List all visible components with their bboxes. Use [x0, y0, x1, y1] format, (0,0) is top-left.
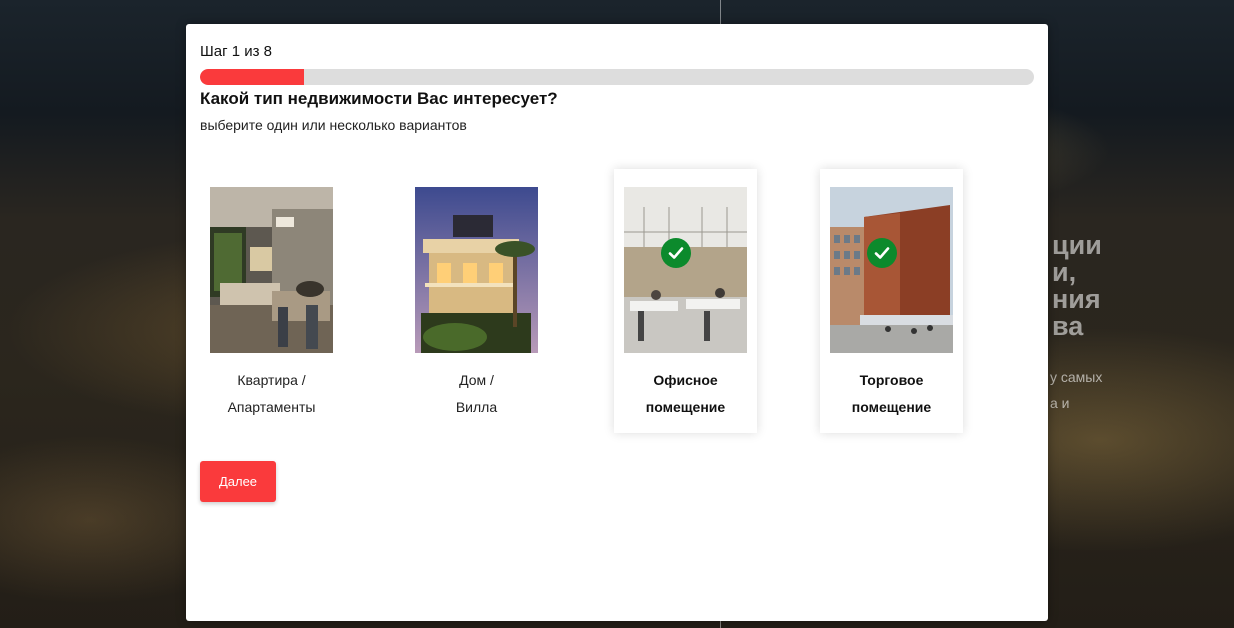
step-label: Шаг 1 из 8	[200, 43, 273, 60]
background-hero-text: ции и, ния ва	[1050, 232, 1234, 340]
option-card-villa[interactable]: Дом / Вилла	[405, 169, 548, 433]
background-subtext: у самых а и	[1050, 364, 1234, 416]
hero-line: ции	[1052, 232, 1102, 260]
question-hint: выберите один или несколько вариантов	[200, 117, 467, 133]
option-label: Офисное помещение	[614, 367, 757, 421]
option-label-line: Офисное	[653, 372, 718, 388]
option-label-line: Торговое	[859, 372, 924, 388]
option-card-office[interactable]: Офисное помещение	[614, 169, 757, 433]
option-card-apartment[interactable]: Квартира / Апартаменты	[200, 169, 343, 433]
option-label-line: помещение	[851, 399, 932, 415]
question-title: Какой тип недвижимости Вас интересует?	[200, 89, 558, 108]
sub-line: а и	[1050, 395, 1070, 411]
progress-fill	[200, 69, 305, 85]
option-label: Торговое помещение	[820, 367, 963, 421]
sub-line: у самых	[1050, 369, 1103, 385]
option-label-line: помещение	[645, 399, 726, 415]
option-label: Квартира / Апартаменты	[200, 367, 343, 421]
option-label-line: Апартаменты	[227, 399, 316, 415]
hero-line: ва	[1052, 311, 1084, 340]
quiz-modal: Шаг 1 из 8 Какой тип недвижимости Вас ин…	[186, 24, 1048, 621]
next-button[interactable]: Далее	[200, 461, 276, 502]
checkmark-icon	[867, 238, 897, 268]
option-label-line: Дом /	[459, 372, 494, 388]
hero-line: ния	[1052, 284, 1101, 314]
option-label: Дом / Вилла	[405, 367, 548, 421]
villa-photo	[415, 187, 538, 353]
option-label-line: Квартира /	[237, 372, 306, 388]
commercial-building-photo	[830, 187, 953, 353]
hero-line: и,	[1052, 257, 1077, 287]
apartment-interior-photo	[210, 187, 333, 353]
option-card-commercial[interactable]: Торговое помещение	[820, 169, 963, 433]
progress-bar	[200, 69, 1034, 85]
office-photo	[624, 187, 747, 353]
checkmark-icon	[661, 238, 691, 268]
options-grid: Квартира / Апартаменты Дом / Вилла Офисн…	[200, 169, 1034, 434]
option-label-line: Вилла	[455, 399, 498, 415]
